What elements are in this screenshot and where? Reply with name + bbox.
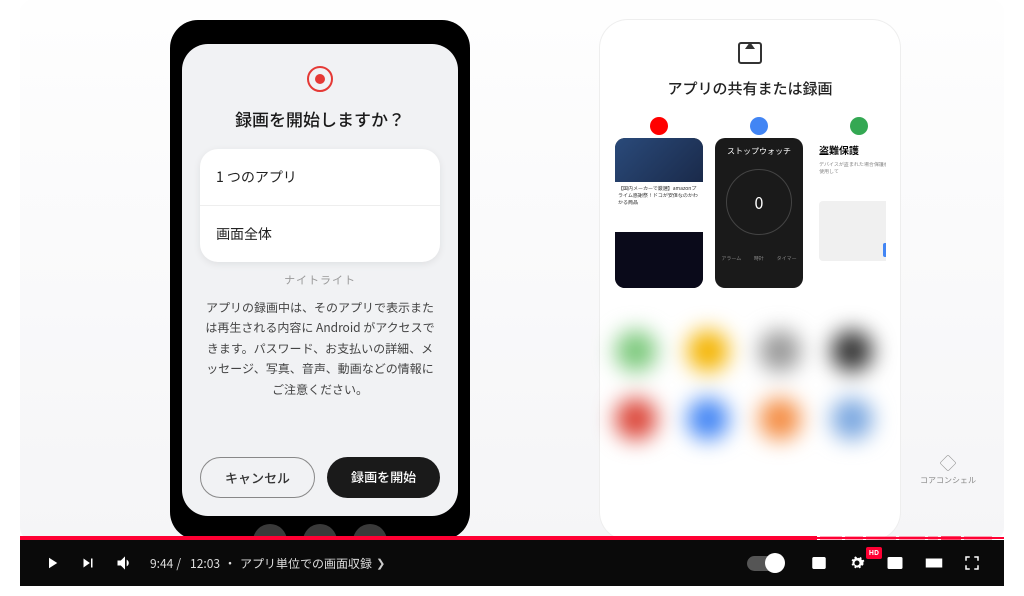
theft-preview: 盗難保護 デバイスが盗まれた場合保護機能を使用して bbox=[815, 138, 886, 288]
clock-icon bbox=[750, 117, 768, 135]
settings-button[interactable]: HD bbox=[838, 553, 876, 573]
dialog-title: 録画を開始しますか？ bbox=[235, 106, 405, 131]
youtube-icon bbox=[650, 117, 668, 135]
player-controls: 9:44 / 12:03 ・ アプリ単位での画面収録 ❯ HD bbox=[20, 540, 1004, 586]
dialog-body-text: アプリの録画中は、そのアプリで表示または再生される内容に Android がアク… bbox=[200, 298, 440, 400]
hidden-label: ナイトライト bbox=[284, 272, 356, 288]
youtube-preview: 【国内メーカーで厳選】amazonプライム感謝祭！ドコが安値なのかわかる商品 bbox=[615, 138, 703, 288]
option-full-screen[interactable]: 画面全体 bbox=[200, 206, 440, 262]
fullscreen-button[interactable] bbox=[954, 554, 990, 572]
hd-badge: HD bbox=[866, 547, 882, 559]
captions-button[interactable] bbox=[800, 554, 838, 572]
record-dialog: 録画を開始しますか？ 1 つのアプリ 画面全体 ナイトライト アプリの録画中は、… bbox=[182, 44, 458, 516]
next-button[interactable] bbox=[70, 554, 106, 572]
time-current: 9:44 bbox=[150, 555, 173, 572]
app-card-row: 【国内メーカーで厳選】amazonプライム感謝祭！ドコが安値なのかわかる商品 ス… bbox=[614, 117, 886, 288]
app-card-settings[interactable]: 盗難保護 デバイスが盗まれた場合保護機能を使用して bbox=[814, 117, 886, 288]
option-single-app[interactable]: 1 つのアプリ bbox=[200, 149, 440, 206]
theater-button[interactable] bbox=[914, 554, 954, 572]
share-panel-title: アプリの共有または録画 bbox=[614, 78, 886, 99]
autoplay-toggle[interactable] bbox=[730, 556, 800, 571]
chevron-right-icon[interactable]: ❯ bbox=[376, 555, 385, 571]
video-content-area: 録画を開始しますか？ 1 つのアプリ 画面全体 ナイトライト アプリの録画中は、… bbox=[20, 0, 1004, 540]
brand-name: コアコンシェル bbox=[920, 475, 976, 486]
brand-logo: コアコンシェル bbox=[920, 453, 976, 486]
play-button[interactable] bbox=[34, 554, 70, 572]
time-duration: 12:03 bbox=[190, 555, 220, 572]
logo-mark-icon bbox=[938, 453, 958, 473]
time-separator: / bbox=[176, 555, 181, 572]
record-icon bbox=[307, 66, 333, 92]
app-card-clock[interactable]: ストップウォッチ 0 アラーム 時計 タイマー bbox=[714, 117, 804, 288]
cast-icon bbox=[738, 42, 762, 64]
app-card-youtube[interactable]: 【国内メーカーで厳選】amazonプライム感謝祭！ドコが安値なのかわかる商品 bbox=[614, 117, 704, 288]
phone-mockup-left: 録画を開始しますか？ 1 つのアプリ 画面全体 ナイトライト アプリの録画中は、… bbox=[170, 20, 470, 540]
start-record-button[interactable]: 録画を開始 bbox=[327, 457, 440, 498]
options-card: 1 つのアプリ 画面全体 bbox=[200, 149, 440, 262]
chapter-prefix: ・ bbox=[224, 555, 236, 572]
stopwatch-preview: ストップウォッチ 0 アラーム 時計 タイマー bbox=[715, 138, 803, 288]
blurred-app-grid bbox=[615, 330, 885, 440]
chapter-title[interactable]: アプリ単位での画面収録 bbox=[240, 555, 372, 572]
dialog-button-row: キャンセル 録画を開始 bbox=[200, 457, 440, 498]
volume-button[interactable] bbox=[106, 553, 144, 573]
phone-mockup-right: アプリの共有または録画 【国内メーカーで厳選】amazonプライム感謝祭！ドコが… bbox=[600, 20, 900, 540]
family-icon bbox=[850, 117, 868, 135]
cancel-button[interactable]: キャンセル bbox=[200, 457, 315, 498]
